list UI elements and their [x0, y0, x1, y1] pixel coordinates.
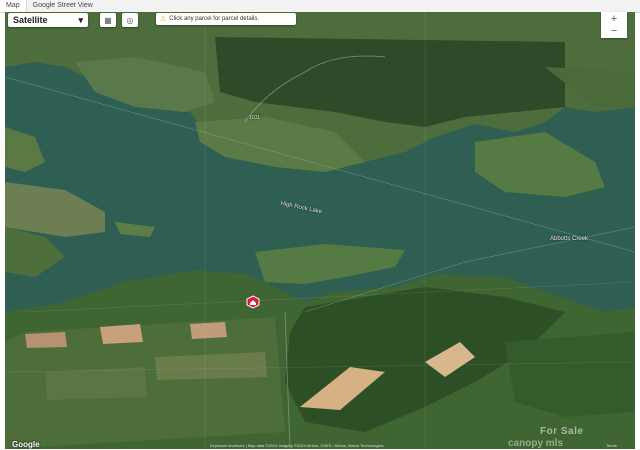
street-view-icon[interactable]: ◎: [122, 13, 138, 27]
satellite-map[interactable]: High Rock Lake Abbotts Creek 1101: [5, 12, 635, 449]
tab-map[interactable]: Map: [0, 0, 27, 12]
chevron-down-icon: ▾: [78, 14, 83, 25]
camera-icon[interactable]: ▦: [100, 13, 116, 27]
zoom-out-button[interactable]: −: [611, 25, 617, 37]
zoom-in-button[interactable]: +: [611, 13, 617, 25]
google-logo: Google: [12, 440, 40, 449]
parcel-notice-text: Click any parcel for parcel details.: [169, 16, 259, 22]
map-type-select[interactable]: Satellite ▾: [8, 13, 88, 27]
property-pin-icon[interactable]: [246, 295, 260, 309]
terms-link[interactable]: Terms: [606, 443, 617, 448]
creek-label: Abbotts Creek: [550, 236, 589, 242]
warning-icon: ⚠: [160, 16, 167, 23]
map-imagery: [5, 12, 635, 449]
map-type-label: Satellite: [13, 15, 48, 25]
tab-street-view[interactable]: Google Street View: [27, 0, 99, 12]
parcel-notice: ⚠ Click any parcel for parcel details.: [156, 13, 296, 25]
road-label: 1101: [249, 115, 260, 121]
map-attribution[interactable]: Keyboard shortcuts | Map data ©2024 Imag…: [210, 443, 540, 448]
zoom-control: + −: [601, 12, 627, 38]
watermark-canopy: canopy mls: [508, 438, 564, 449]
watermark-for-sale: For Sale: [540, 426, 584, 437]
